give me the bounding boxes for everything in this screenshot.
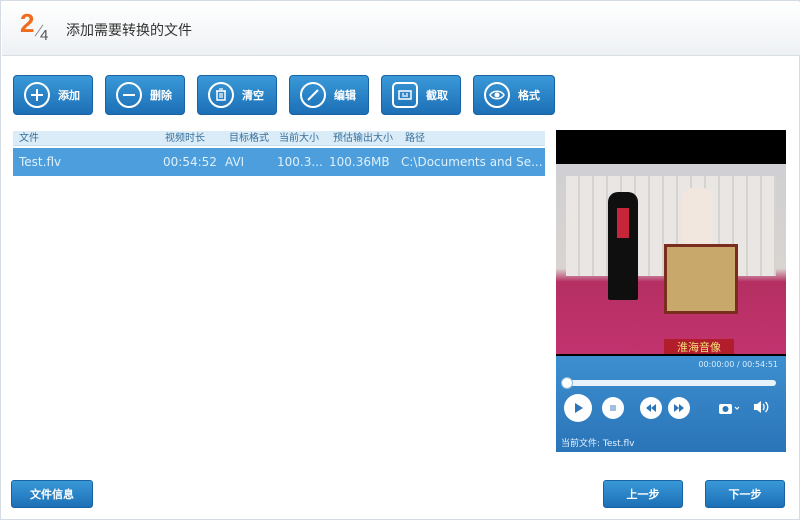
- file-info-button[interactable]: 文件信息: [11, 480, 93, 508]
- previous-step-button[interactable]: 上一步: [603, 480, 683, 508]
- wizard-header: 2 4 添加需要转换的文件: [2, 2, 800, 56]
- clear-button[interactable]: 清空: [197, 75, 277, 115]
- file-row[interactable]: Test.flv 00:54:52 AVI 100.3... 100.36MB …: [13, 148, 545, 176]
- minus-icon: [116, 82, 142, 108]
- pencil-icon: [300, 82, 326, 108]
- video-frame: 淮海音像: [556, 164, 786, 354]
- cell-estimated-size: 100.36MB: [329, 155, 390, 169]
- video-performer-left: [608, 192, 638, 300]
- stop-icon: [610, 405, 616, 411]
- clip-button-label: 截取: [426, 89, 448, 102]
- column-path[interactable]: 路径: [405, 131, 545, 146]
- column-target-format[interactable]: 目标格式: [229, 131, 281, 146]
- cell-duration: 00:54:52: [163, 155, 217, 169]
- snapshot-button[interactable]: [718, 400, 740, 419]
- clear-button-label: 清空: [242, 89, 264, 102]
- column-current-size[interactable]: 当前大小: [279, 131, 331, 146]
- file-list: 文件 视频时长 目标格式 当前大小 预估输出大小 路径 Test.flv 00:…: [13, 131, 545, 461]
- fast-forward-button[interactable]: [668, 397, 690, 419]
- play-button[interactable]: [564, 394, 592, 422]
- stop-button[interactable]: [602, 397, 624, 419]
- rewind-icon: [646, 404, 656, 412]
- column-estimated-size[interactable]: 预估输出大小: [333, 131, 403, 146]
- column-duration[interactable]: 视频时长: [165, 131, 221, 146]
- clip-icon: [392, 82, 418, 108]
- cell-target-format: AVI: [225, 155, 245, 169]
- volume-button[interactable]: [752, 399, 770, 419]
- volume-icon: [754, 401, 769, 413]
- play-icon: [575, 403, 583, 413]
- format-button-label: 格式: [518, 89, 540, 102]
- rewind-button[interactable]: [640, 397, 662, 419]
- edit-button[interactable]: 编辑: [289, 75, 369, 115]
- time-readout: 00:00:00 / 00:54:51: [698, 360, 778, 369]
- video-instrument: [664, 244, 738, 314]
- format-button[interactable]: 格式: [473, 75, 555, 115]
- wizard-window: 2 4 添加需要转换的文件 添加 删除 清空 编辑 截取 格式 文件 视频时长 …: [0, 0, 800, 520]
- column-file[interactable]: 文件: [19, 131, 159, 146]
- step-total: 4: [40, 27, 49, 44]
- page-title: 添加需要转换的文件: [66, 23, 192, 39]
- step-indicator: 2 4: [18, 8, 58, 50]
- player-controls: 00:00:00 / 00:54:51 当前文件: Test.flv: [556, 356, 786, 452]
- add-button[interactable]: 添加: [13, 75, 93, 115]
- add-button-label: 添加: [58, 89, 80, 102]
- camera-icon: [719, 404, 740, 414]
- format-icon: [484, 82, 510, 108]
- edit-button-label: 编辑: [334, 89, 356, 102]
- file-list-header: 文件 视频时长 目标格式 当前大小 预估输出大小 路径: [13, 131, 545, 146]
- cell-current-size: 100.3...: [277, 155, 323, 169]
- seek-handle[interactable]: [561, 377, 573, 389]
- current-file-label: 当前文件: Test.flv: [561, 439, 635, 449]
- plus-icon: [24, 82, 50, 108]
- trash-icon: [208, 82, 234, 108]
- next-step-button[interactable]: 下一步: [705, 480, 785, 508]
- delete-button[interactable]: 删除: [105, 75, 185, 115]
- delete-button-label: 删除: [150, 89, 172, 102]
- video-performer-right: [682, 188, 712, 248]
- cell-file: Test.flv: [19, 155, 62, 169]
- video-caption: 淮海音像: [664, 339, 734, 354]
- cell-path: C:\Documents and Se...: [401, 155, 543, 169]
- clip-button[interactable]: 截取: [381, 75, 461, 115]
- fast-forward-icon: [674, 404, 684, 412]
- video-preview: 淮海音像 00:00:00 / 00:54:51 当前文件: Test.flv: [556, 130, 786, 452]
- seek-bar[interactable]: [564, 380, 776, 386]
- step-current: 2: [20, 8, 35, 38]
